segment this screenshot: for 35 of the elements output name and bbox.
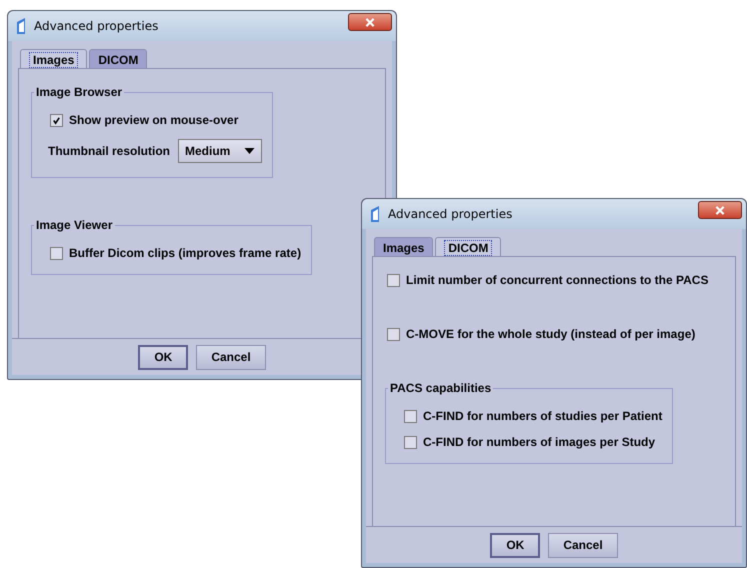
group-title: Image Viewer	[35, 218, 114, 232]
checkbox[interactable]	[50, 114, 63, 126]
group-title: PACS capabilities	[389, 381, 492, 395]
close-button[interactable]	[348, 13, 392, 31]
dropdown-label: Thumbnail resolution	[48, 144, 170, 158]
check-icon	[52, 116, 61, 124]
checkbox-label: Show preview on mouse-over	[69, 113, 238, 127]
checkbox[interactable]	[404, 410, 417, 422]
checkbox[interactable]	[50, 246, 63, 260]
checkbox[interactable]	[404, 436, 417, 448]
checkbox[interactable]	[387, 274, 400, 286]
resolution-dropdown[interactable]: Medium	[178, 139, 262, 163]
tab[interactable]: DICOM	[89, 49, 148, 68]
checkbox-label: Buffer Dicom clips (improves frame rate)	[69, 246, 302, 260]
close-icon	[715, 206, 725, 214]
checkbox-label: Limit number of concurrent connections to the PACS	[406, 273, 708, 287]
ok-button[interactable]: OK	[138, 344, 188, 370]
close-button[interactable]	[698, 201, 742, 219]
checkbox-label: C-FIND for numbers of studies per Patient	[423, 409, 662, 423]
tab[interactable]: DICOM	[435, 237, 502, 256]
tab[interactable]: Images	[374, 237, 434, 256]
checkbox[interactable]	[387, 328, 400, 340]
window-title: Advanced properties	[34, 19, 160, 33]
window-title: Advanced properties	[388, 207, 514, 221]
app-icon	[370, 206, 380, 222]
cancel-button[interactable]: Cancel	[196, 344, 266, 370]
tab[interactable]: Images	[20, 49, 88, 68]
checkbox-label: C-MOVE for the whole study (instead of per image)	[406, 327, 696, 341]
checkbox-label: C-FIND for numbers of images per Study	[423, 435, 656, 449]
caret-icon	[244, 148, 255, 154]
ok-button[interactable]: OK	[490, 532, 540, 558]
close-icon	[365, 18, 375, 26]
group-title: Image Browser	[35, 85, 124, 99]
app-icon	[16, 18, 26, 34]
cancel-button[interactable]: Cancel	[548, 532, 618, 558]
